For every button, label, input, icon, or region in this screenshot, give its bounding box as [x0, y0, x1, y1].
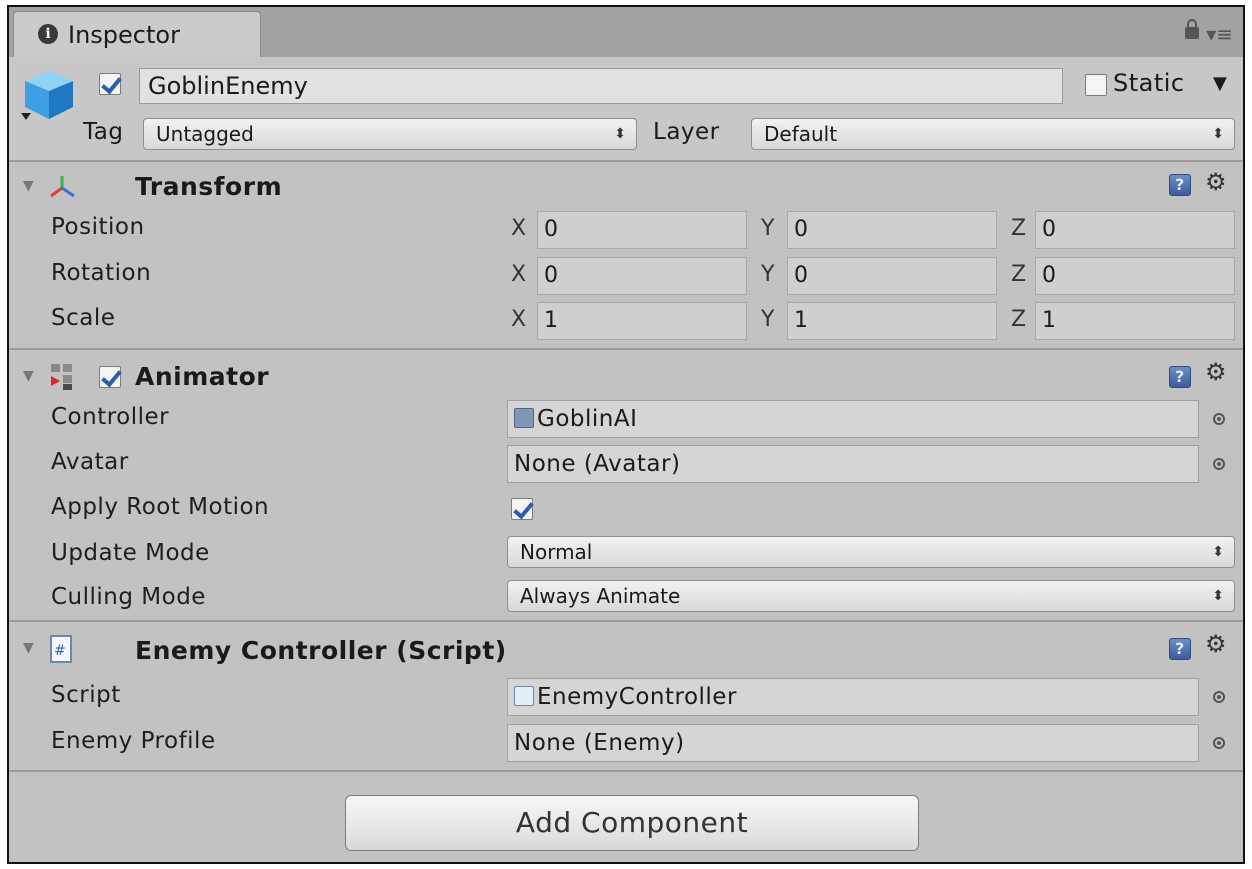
enemy-profile-label: Enemy Profile [51, 728, 216, 754]
transform-icon [50, 176, 75, 198]
layer-label: Layer [653, 119, 720, 145]
axis-x-label[interactable]: X [511, 307, 526, 332]
rotation-y-field[interactable]: 0 [787, 257, 997, 295]
axis-z-label[interactable]: Z [1011, 216, 1026, 241]
help-icon[interactable] [1169, 174, 1191, 196]
object-picker-icon[interactable] [1213, 413, 1225, 425]
script-icon: # [50, 635, 72, 663]
culling-mode-label: Culling Mode [51, 584, 206, 610]
update-mode-dropdown[interactable]: Normal ⬍ [507, 536, 1235, 568]
static-checkbox[interactable] [1085, 74, 1107, 96]
menu-icon[interactable]: ▾≡ [1206, 24, 1233, 44]
culling-mode-dropdown[interactable]: Always Animate ⬍ [507, 580, 1235, 612]
position-y-field[interactable]: 0 [787, 211, 997, 249]
animator-enabled-checkbox[interactable] [99, 366, 121, 388]
lock-icon[interactable] [1185, 19, 1199, 39]
enemy-controller-component: ▼ # Enemy Controller (Script) ⚙ Script E… [9, 620, 1243, 770]
controller-value: GoblinAI [537, 406, 638, 432]
animator-component: ▼ Animator ⚙ Controller GoblinAI Avatar … [9, 348, 1243, 620]
static-dropdown-arrow-icon[interactable]: ▼ [1213, 73, 1227, 94]
apply-root-motion-checkbox[interactable] [511, 498, 533, 520]
axis-y-label[interactable]: Y [761, 216, 774, 241]
apply-root-motion-label: Apply Root Motion [51, 494, 270, 520]
info-icon: i [38, 24, 58, 44]
enemy-profile-field[interactable]: None (Enemy) [507, 724, 1199, 762]
inspector-tab-label: Inspector [68, 21, 180, 49]
layer-dropdown[interactable]: Default ⬍ [751, 118, 1235, 150]
static-label: Static [1113, 69, 1185, 97]
foldout-arrow-icon[interactable]: ▼ [23, 368, 34, 384]
position-label: Position [51, 214, 145, 240]
update-mode-value: Normal [520, 540, 593, 564]
animator-controller-icon [514, 408, 534, 428]
foldout-arrow-icon[interactable]: ▼ [23, 178, 34, 194]
axis-z-label[interactable]: Z [1011, 262, 1026, 287]
gear-icon[interactable]: ⚙ [1205, 358, 1227, 386]
scale-z-field[interactable]: 1 [1035, 302, 1235, 340]
position-x-field[interactable]: 0 [537, 211, 747, 249]
scale-label: Scale [51, 305, 116, 331]
script-field[interactable]: EnemyController [507, 678, 1199, 716]
axis-y-label[interactable]: Y [761, 262, 774, 287]
tag-label: Tag [83, 119, 124, 145]
dropdown-arrows-icon: ⬍ [1212, 126, 1224, 142]
object-picker-icon[interactable] [1213, 737, 1225, 749]
culling-mode-value: Always Animate [520, 584, 681, 608]
tag-dropdown-value: Untagged [156, 122, 254, 146]
transform-title: Transform [135, 172, 283, 201]
inspector-tab[interactable]: i Inspector [13, 11, 261, 57]
transform-component: ▼ Transform ⚙ Position X 0 Y 0 Z 0 Rotat… [9, 160, 1243, 348]
animator-title: Animator [135, 362, 270, 391]
axis-x-label[interactable]: X [511, 216, 526, 241]
add-component-button[interactable]: Add Component [345, 795, 919, 851]
update-mode-label: Update Mode [51, 540, 210, 566]
gameobject-active-checkbox[interactable] [99, 73, 121, 95]
axis-z-label[interactable]: Z [1011, 307, 1026, 332]
tag-dropdown[interactable]: Untagged ⬍ [143, 118, 637, 150]
rotation-z-field[interactable]: 0 [1035, 257, 1235, 295]
script-label: Script [51, 682, 121, 708]
dropdown-arrows-icon: ⬍ [614, 126, 626, 142]
help-icon[interactable] [1169, 366, 1191, 388]
rotation-x-field[interactable]: 0 [537, 257, 747, 295]
object-picker-icon[interactable] [1213, 458, 1225, 470]
axis-x-label[interactable]: X [511, 262, 526, 287]
layer-dropdown-value: Default [764, 122, 838, 146]
controller-label: Controller [51, 404, 170, 430]
gear-icon[interactable]: ⚙ [1205, 630, 1227, 658]
avatar-label: Avatar [51, 449, 129, 475]
scale-y-field[interactable]: 1 [787, 302, 997, 340]
inspector-titlebar: i Inspector ▾≡ [9, 7, 1243, 57]
position-z-field[interactable]: 0 [1035, 211, 1235, 249]
cube-icon [21, 71, 73, 120]
rotation-label: Rotation [51, 260, 152, 286]
help-icon[interactable] [1169, 638, 1191, 660]
inspector-window: i Inspector ▾≡ GoblinEnemy Static ▼ Tag … [7, 5, 1245, 864]
gameobject-header: GoblinEnemy Static ▼ Tag Untagged ⬍ Laye… [9, 57, 1243, 160]
avatar-field[interactable]: None (Avatar) [507, 445, 1199, 483]
dropdown-arrows-icon: ⬍ [1212, 588, 1224, 604]
gear-icon[interactable]: ⚙ [1205, 168, 1227, 196]
animator-icon [51, 364, 72, 390]
dropdown-arrows-icon: ⬍ [1212, 544, 1224, 560]
svg-text:#: # [54, 643, 66, 659]
script-value: EnemyController [537, 684, 737, 710]
controller-field[interactable]: GoblinAI [507, 400, 1199, 438]
object-picker-icon[interactable] [1213, 691, 1225, 703]
enemy-controller-title: Enemy Controller (Script) [135, 636, 507, 665]
scale-x-field[interactable]: 1 [537, 302, 747, 340]
script-file-icon [514, 686, 534, 706]
axis-y-label[interactable]: Y [761, 307, 774, 332]
gameobject-name-field[interactable]: GoblinEnemy [139, 68, 1063, 104]
foldout-arrow-icon[interactable]: ▼ [23, 640, 34, 656]
